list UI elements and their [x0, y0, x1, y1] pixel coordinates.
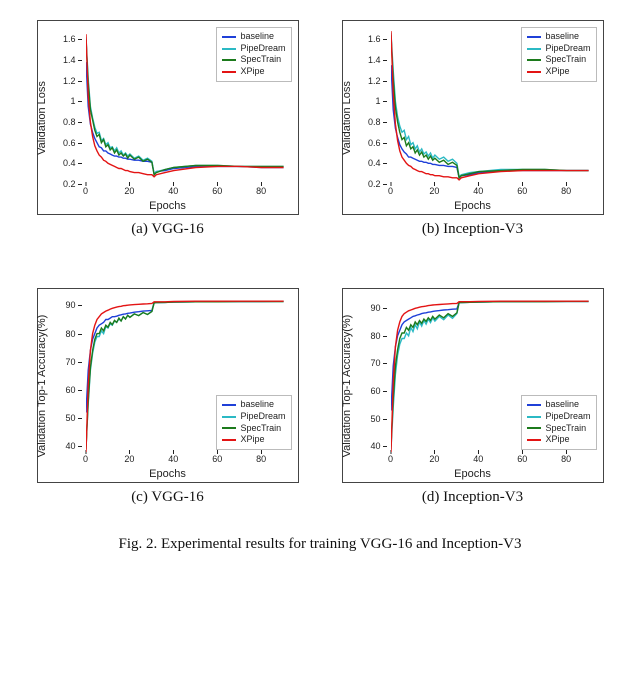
legend-item: XPipe: [222, 434, 285, 446]
panel-a: Validation Loss Epochs 0.20.40.60.811.21…: [20, 20, 315, 238]
chart-a: Validation Loss Epochs 0.20.40.60.811.21…: [37, 20, 299, 215]
legend-item: XPipe: [527, 434, 590, 446]
yticks-b: 0.20.40.60.811.21.41.6: [343, 29, 387, 184]
yticks-a: 0.20.40.60.811.21.41.6: [38, 29, 82, 184]
legend-item: baseline: [222, 31, 285, 43]
chart-grid: Validation Loss Epochs 0.20.40.60.811.21…: [20, 20, 620, 506]
yticks-c: 405060708090: [38, 297, 82, 452]
yticks-d: 405060708090: [343, 297, 387, 452]
legend-item: baseline: [527, 31, 590, 43]
legend-b: baselinePipeDreamSpecTrainXPipe: [521, 27, 596, 82]
caption-c: (c) VGG-16: [131, 489, 204, 506]
xticks-a: 020406080: [86, 186, 288, 198]
legend-item: PipeDream: [527, 43, 590, 55]
legend-item: SpecTrain: [222, 423, 285, 435]
xticks-d: 020406080: [391, 454, 593, 466]
legend-d: baselinePipeDreamSpecTrainXPipe: [521, 395, 596, 450]
caption-a: (a) VGG-16: [131, 221, 204, 238]
legend-item: baseline: [222, 399, 285, 411]
chart-c: Validation Top-1 Accuracy(%) Epochs 4050…: [37, 288, 299, 483]
legend-item: XPipe: [527, 66, 590, 78]
xlabel-a: Epochs: [149, 200, 186, 212]
xlabel-b: Epochs: [454, 200, 491, 212]
legend-item: PipeDream: [222, 411, 285, 423]
xticks-b: 020406080: [391, 186, 593, 198]
legend-item: SpecTrain: [222, 54, 285, 66]
legend-item: PipeDream: [222, 43, 285, 55]
xticks-c: 020406080: [86, 454, 288, 466]
panel-c: Validation Top-1 Accuracy(%) Epochs 4050…: [20, 288, 315, 506]
legend-item: SpecTrain: [527, 54, 590, 66]
legend-item: SpecTrain: [527, 423, 590, 435]
xlabel-d: Epochs: [454, 468, 491, 480]
figure-caption: Fig. 2. Experimental results for trainin…: [20, 536, 620, 553]
chart-d: Validation Top-1 Accuracy(%) Epochs 4050…: [342, 288, 604, 483]
legend-item: XPipe: [222, 66, 285, 78]
chart-b: Validation Loss Epochs 0.20.40.60.811.21…: [342, 20, 604, 215]
caption-b: (b) Inception-V3: [422, 221, 523, 238]
caption-d: (d) Inception-V3: [422, 489, 523, 506]
legend-a: baselinePipeDreamSpecTrainXPipe: [216, 27, 291, 82]
panel-d: Validation Top-1 Accuracy(%) Epochs 4050…: [325, 288, 620, 506]
legend-item: PipeDream: [527, 411, 590, 423]
legend-item: baseline: [527, 399, 590, 411]
xlabel-c: Epochs: [149, 468, 186, 480]
legend-c: baselinePipeDreamSpecTrainXPipe: [216, 395, 291, 450]
panel-b: Validation Loss Epochs 0.20.40.60.811.21…: [325, 20, 620, 238]
